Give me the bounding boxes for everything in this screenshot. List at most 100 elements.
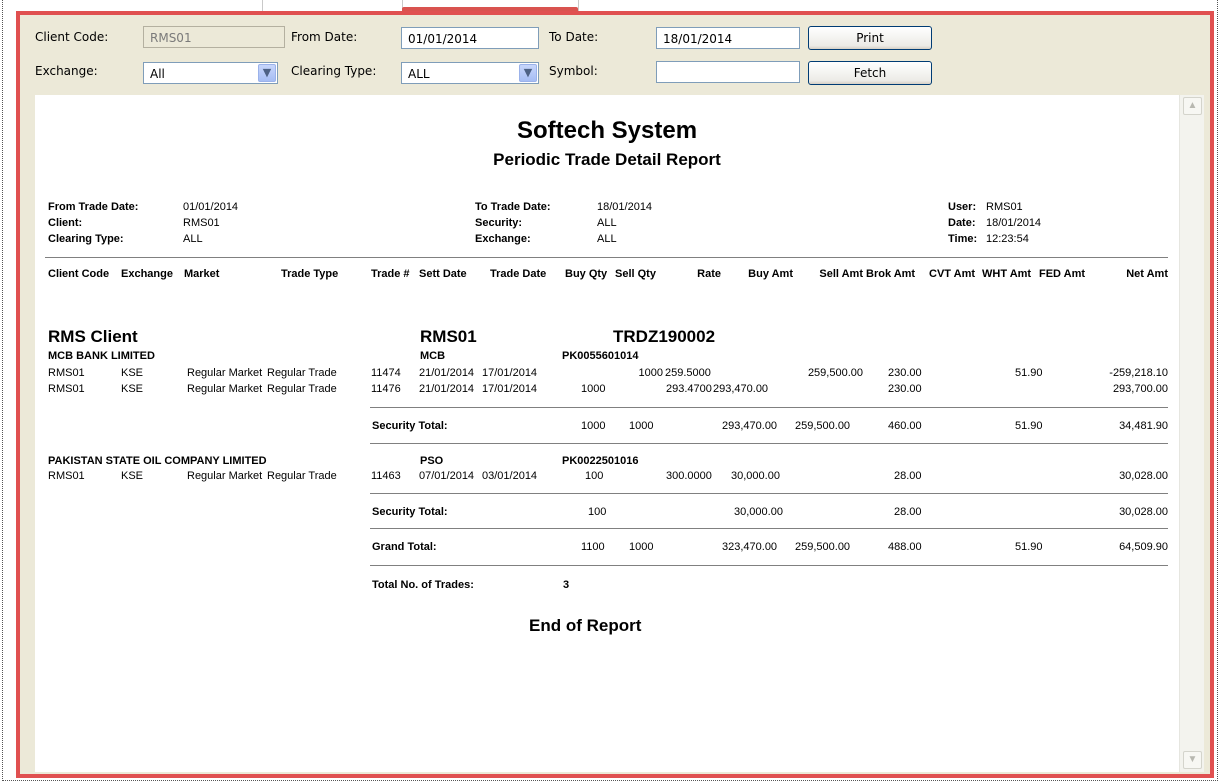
param-value: RMS01 <box>183 217 220 229</box>
total-net-amt: 30,028.00 <box>1119 506 1168 518</box>
total-buy-qty: 1000 <box>581 420 606 432</box>
grand-total-wht-amt: 51.90 <box>1015 541 1043 553</box>
group-code: RMS01 <box>420 327 477 346</box>
column-header: Buy Qty <box>565 268 608 280</box>
chevron-down-icon[interactable]: ▼ <box>519 64 537 82</box>
cell-sett-date: 21/01/2014 <box>419 383 475 395</box>
param-value: ALL <box>597 233 617 245</box>
group-name: RMS Client <box>48 327 138 346</box>
client-code-label: Client Code: <box>35 30 109 44</box>
cell-buy-qty: 1000 <box>581 383 606 395</box>
column-header: Sett Date <box>419 268 467 280</box>
param-value: 18/01/2014 <box>986 217 1042 229</box>
cell-brok-amt: 230.00 <box>888 383 922 395</box>
grand-total-brok-amt: 488.00 <box>888 541 922 553</box>
cell-exchange: KSE <box>121 470 144 482</box>
report-viewer[interactable]: Softech System Periodic Trade Detail Rep… <box>35 95 1204 772</box>
cell-trade-type: Regular Trade <box>267 367 337 379</box>
column-header: Sell Qty <box>615 268 656 280</box>
param-label: To Trade Date: <box>475 201 551 213</box>
clearing-type-selected-value: ALL <box>408 67 430 81</box>
cell-client: RMS01 <box>48 383 85 395</box>
cell-rate: 259.5000 <box>665 367 711 379</box>
cell-rate: 293.4700 <box>666 383 712 395</box>
grand-total-buy-qty: 1100 <box>581 541 605 553</box>
cell-trade-no: 11463 <box>371 470 401 482</box>
divider <box>370 407 1168 408</box>
total-label: Security Total: <box>372 420 448 432</box>
param-label: Client: <box>48 217 83 229</box>
divider <box>370 528 1168 529</box>
cell-client: RMS01 <box>48 470 85 482</box>
cell-sell-qty: 1000 <box>638 367 663 379</box>
column-header: Rate <box>697 268 721 280</box>
param-label: Exchange: <box>475 233 531 245</box>
divider <box>370 493 1168 494</box>
cell-market: Regular Market <box>187 470 263 482</box>
vertical-scrollbar[interactable]: ▲ ▼ <box>1179 95 1204 772</box>
cell-net-amt: -259,218.10 <box>1109 367 1168 379</box>
cell-brok-amt: 28.00 <box>894 470 922 482</box>
column-header: Client Code <box>48 268 110 280</box>
divider <box>45 257 1168 258</box>
to-date-field[interactable]: 18/01/2014 <box>656 27 800 49</box>
grand-total-net-amt: 64,509.90 <box>1119 541 1168 553</box>
grand-total-sell-amt: 259,500.00 <box>795 541 851 553</box>
from-date-field[interactable]: 01/01/2014 <box>401 27 539 49</box>
cell-sett-date: 21/01/2014 <box>419 367 475 379</box>
column-header: CVT Amt <box>929 268 976 280</box>
total-buy-qty: 100 <box>588 506 607 518</box>
param-label: Time: <box>948 233 978 245</box>
security-symbol: PSO <box>420 455 444 467</box>
param-value: 01/01/2014 <box>183 201 239 213</box>
fetch-button[interactable]: Fetch <box>808 61 932 85</box>
column-header: Net Amt <box>1126 268 1168 280</box>
column-header: FED Amt <box>1039 268 1086 280</box>
column-header: WHT Amt <box>982 268 1032 280</box>
scroll-up-arrow-icon[interactable]: ▲ <box>1183 97 1202 115</box>
symbol-input[interactable] <box>656 61 800 83</box>
total-sell-amt: 259,500.00 <box>795 420 851 432</box>
column-header: Trade Type <box>281 268 339 280</box>
security-isin: PK0022501016 <box>562 455 639 467</box>
total-sell-qty: 1000 <box>629 420 654 432</box>
cell-buy-amt: 30,000.00 <box>731 470 780 482</box>
column-header: Exchange <box>121 268 173 280</box>
group-reference: TRDZ190002 <box>613 327 716 346</box>
total-buy-amt: 30,000.00 <box>734 506 783 518</box>
cell-trade-date: 03/01/2014 <box>482 470 538 482</box>
cell-exchange: KSE <box>121 367 144 379</box>
end-of-report: End of Report <box>529 616 642 635</box>
cell-trade-no: 11474 <box>371 367 401 379</box>
param-value: ALL <box>597 217 617 229</box>
grand-total-label: Grand Total: <box>372 541 437 553</box>
client-code-field[interactable]: RMS01 <box>143 26 285 48</box>
from-date-label: From Date: <box>291 30 358 44</box>
cell-market: Regular Market <box>187 383 263 395</box>
symbol-label: Symbol: <box>549 64 598 78</box>
report-company-name: Softech System <box>516 117 698 144</box>
param-label: User: <box>948 201 977 213</box>
scroll-down-arrow-icon[interactable]: ▼ <box>1183 751 1202 769</box>
column-header: Trade Date <box>490 268 547 280</box>
chevron-down-icon[interactable]: ▼ <box>258 64 276 82</box>
clearing-type-dropdown[interactable]: ALL ▼ <box>401 62 539 84</box>
cell-buy-amt: 293,470.00 <box>713 383 769 395</box>
cell-net-amt: 30,028.00 <box>1119 470 1168 482</box>
security-symbol: MCB <box>420 350 446 362</box>
cell-wht-amt: 51.90 <box>1015 367 1043 379</box>
total-net-amt: 34,481.90 <box>1119 420 1168 432</box>
print-button[interactable]: Print <box>808 26 932 50</box>
cell-trade-date: 17/01/2014 <box>482 367 538 379</box>
cell-sell-amt: 259,500.00 <box>807 367 863 379</box>
column-header: Trade # <box>371 268 410 280</box>
cell-buy-qty: 100 <box>585 470 604 482</box>
exchange-selected-value: All <box>150 67 165 81</box>
cell-exchange: KSE <box>121 383 144 395</box>
exchange-dropdown[interactable]: All ▼ <box>143 62 278 84</box>
security-name: PAKISTAN STATE OIL COMPANY LIMITED <box>48 455 267 467</box>
report-title: Periodic Trade Detail Report <box>493 150 721 169</box>
param-value: 12:23:54 <box>986 233 1029 245</box>
clearing-type-label: Clearing Type: <box>291 64 377 78</box>
cell-net-amt: 293,700.00 <box>1112 383 1168 395</box>
